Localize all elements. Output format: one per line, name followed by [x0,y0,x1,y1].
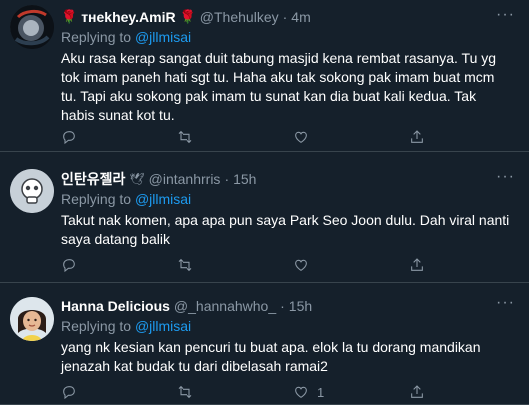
timestamp[interactable]: 4m [291,8,310,26]
user-handle[interactable]: @Thehulkey [200,8,279,26]
like-button[interactable] [293,256,409,274]
display-name[interactable]: ᴛʜekhey.AmiR [81,8,175,26]
like-count: 1 [317,384,325,400]
tweet-header: Hanna Delicious @_hannahwho_ · 15h [61,297,511,315]
tweet-header: 🌹 ᴛʜekhey.AmiR 🌹 @Thehulkey · 4m [61,8,511,26]
reply-feed: 🌹 ᴛʜekhey.AmiR 🌹 @Thehulkey · 4m ··· Rep… [0,0,529,405]
tweet-header: 인탄유젤라 🕊 @intanhrris · 15h [61,170,511,188]
retweet-button[interactable] [177,383,293,401]
replying-to-label: Replying to [61,318,132,334]
user-handle[interactable]: @_hannahwho_ [174,297,276,315]
avatar[interactable] [10,5,54,49]
tweet-actions [61,128,529,146]
share-button[interactable] [409,128,525,146]
reply-button[interactable] [61,383,177,401]
like-icon [295,131,307,143]
tweet[interactable]: 인탄유젤라 🕊 @intanhrris · 15h ··· Replying t… [0,152,529,283]
reply-icon [63,131,75,145]
tweet-text: yang nk kesian kan pencuri tu buat apa. … [61,339,481,374]
share-icon [411,258,423,271]
like-icon [295,386,307,398]
reply-button[interactable] [61,256,177,274]
tweet-actions: 1 [61,383,529,401]
retweet-icon [178,130,192,144]
replying-to: Replying to @jllmisai [61,190,511,209]
reply-icon [63,259,75,273]
retweet-icon [178,258,192,272]
retweet-button[interactable] [177,128,293,146]
display-name[interactable]: Hanna Delicious [61,297,170,315]
tweet-actions [61,256,529,274]
share-button[interactable] [409,256,525,274]
tweet-text: Takut nak komen, apa apa pun saya Park S… [61,212,510,247]
avatar[interactable] [10,297,54,341]
replying-to-label: Replying to [61,29,132,45]
rose-emoji: 🌹 [61,9,78,24]
like-button[interactable] [293,128,409,146]
replying-to-label: Replying to [61,191,132,207]
replying-to: Replying to @jllmisai [61,28,511,47]
share-icon [411,385,423,398]
tweet-text: Aku rasa kerap sangat duit tabung masjid… [61,50,497,123]
display-name[interactable]: 인탄유젤라 [61,170,125,188]
separator-dot: · [280,298,285,314]
user-handle[interactable]: @intanhrris [149,170,221,188]
tweet[interactable]: Hanna Delicious @_hannahwho_ · 15h ··· R… [0,283,529,405]
timestamp[interactable]: 15h [289,297,312,315]
retweet-icon [178,385,192,399]
rose-emoji: 🌹 [179,9,196,24]
more-icon[interactable]: ··· [496,169,515,185]
like-button[interactable]: 1 [293,383,409,401]
dove-emoji: 🕊 [129,172,145,186]
separator-dot: · [224,171,230,187]
avatar[interactable] [10,169,54,213]
mention-link[interactable]: @jllmisai [135,191,191,207]
share-icon [411,130,423,143]
mention-link[interactable]: @jllmisai [135,29,191,45]
like-icon [295,259,307,271]
mention-link[interactable]: @jllmisai [135,318,191,334]
separator-dot: · [282,9,288,25]
replying-to: Replying to @jllmisai [61,317,511,336]
more-icon[interactable]: ··· [496,295,515,311]
reply-button[interactable] [61,128,177,146]
reply-icon [63,386,75,400]
tweet[interactable]: 🌹 ᴛʜekhey.AmiR 🌹 @Thehulkey · 4m ··· Rep… [0,0,529,152]
timestamp[interactable]: 15h [233,170,256,188]
share-button[interactable] [409,383,525,401]
retweet-button[interactable] [177,256,293,274]
more-icon[interactable]: ··· [496,7,515,23]
